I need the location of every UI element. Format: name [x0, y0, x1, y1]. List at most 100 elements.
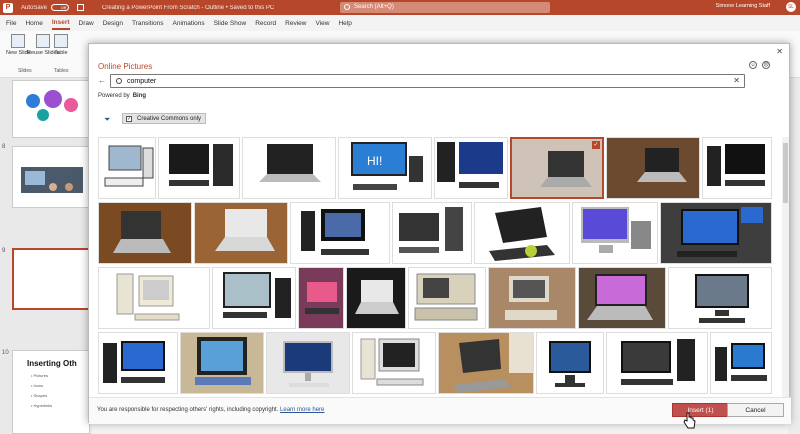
- tab-insert[interactable]: Insert: [51, 17, 70, 30]
- group-label-slides: Slides: [18, 68, 32, 74]
- online-pictures-dialog: ✕ Online Pictures ☺ ☹ ← ✕ Powered byBing…: [88, 43, 791, 424]
- learn-more-link[interactable]: Learn more here: [280, 407, 324, 413]
- image-result[interactable]: [606, 137, 700, 199]
- image-result[interactable]: [158, 137, 240, 199]
- creative-commons-label: Creative Commons only: [137, 116, 202, 122]
- dialog-title: Online Pictures: [98, 62, 153, 71]
- slide-thumbnail-10[interactable]: Inserting Oth • Pictures • Icons • Shape…: [12, 350, 90, 434]
- slide-10-bullet: • Shapes: [31, 393, 48, 398]
- bing-label: Bing: [132, 93, 147, 99]
- autosave-label: AutoSave: [21, 4, 48, 11]
- tab-slide-show[interactable]: Slide Show: [214, 18, 247, 29]
- image-results-grid: HI! ✓: [98, 137, 774, 397]
- image-result[interactable]: [98, 267, 210, 329]
- search-icon: [116, 78, 122, 84]
- image-result[interactable]: [434, 137, 508, 199]
- save-icon[interactable]: [77, 4, 85, 11]
- image-result[interactable]: [98, 137, 156, 199]
- tab-home[interactable]: Home: [25, 18, 42, 29]
- copyright-note: You are responsible for respecting other…: [97, 407, 324, 413]
- title-search-box[interactable]: Search (Alt+Q): [340, 2, 550, 13]
- tab-review[interactable]: Review: [285, 18, 306, 29]
- group-label-tables: Tables: [54, 68, 69, 74]
- copyright-text: You are responsible for respecting other…: [97, 407, 279, 413]
- smiley-icon[interactable]: ☺: [749, 61, 757, 69]
- slide-10-bullet: • Icons: [31, 383, 44, 388]
- image-result[interactable]: [290, 202, 390, 264]
- search-icon: [344, 4, 350, 10]
- image-result[interactable]: [474, 202, 570, 264]
- checkbox-icon[interactable]: ✓: [126, 116, 132, 122]
- selected-check-icon: ✓: [592, 141, 600, 149]
- image-result[interactable]: [180, 332, 264, 394]
- user-name: Simone Learning Staff: [715, 3, 770, 9]
- search-input[interactable]: [127, 76, 727, 87]
- filter-icon[interactable]: ⏷: [104, 115, 110, 125]
- image-result[interactable]: [606, 332, 708, 394]
- powered-by: Powered by Bing: [98, 93, 146, 99]
- image-result[interactable]: [98, 332, 178, 394]
- slide-10-bullet: • Hyperlinks: [31, 403, 53, 408]
- image-result[interactable]: [702, 137, 772, 199]
- slide-10-heading: Inserting Oth: [27, 359, 77, 368]
- hand-cursor-icon: [683, 412, 696, 429]
- slide-number-8: 8: [2, 144, 6, 150]
- image-result[interactable]: [578, 267, 666, 329]
- table-icon: [54, 34, 68, 48]
- tab-animations[interactable]: Animations: [173, 18, 205, 29]
- image-result[interactable]: [438, 332, 534, 394]
- slide-7-graphic: [26, 90, 78, 121]
- menu-bar: File Home Insert Draw Design Transitions…: [0, 15, 800, 31]
- tab-view[interactable]: View: [315, 18, 329, 29]
- image-result[interactable]: [408, 267, 486, 329]
- creative-commons-filter[interactable]: ✓ Creative Commons only: [122, 113, 207, 124]
- svg-text:HI!: HI!: [367, 154, 382, 168]
- powered-by-label: Powered by: [98, 93, 130, 99]
- insert-button[interactable]: Insert (1): [672, 403, 729, 417]
- slide-thumbnail-8[interactable]: [12, 146, 90, 208]
- image-result[interactable]: [266, 332, 350, 394]
- tab-file[interactable]: File: [6, 18, 16, 29]
- table-button[interactable]: Table: [54, 34, 68, 56]
- slide-thumbnail-9-selected[interactable]: [12, 248, 90, 310]
- close-icon[interactable]: ✕: [776, 47, 783, 56]
- back-arrow-icon[interactable]: ←: [98, 76, 106, 85]
- tab-design[interactable]: Design: [103, 18, 123, 29]
- tab-transitions[interactable]: Transitions: [132, 18, 164, 29]
- image-result[interactable]: [346, 267, 406, 329]
- image-result[interactable]: [194, 202, 288, 264]
- title-bar: P AutoSave Off Creating a PowerPoint Fro…: [0, 0, 800, 15]
- tab-help[interactable]: Help: [338, 18, 351, 29]
- image-result[interactable]: [242, 137, 336, 199]
- table-label: Table: [54, 50, 68, 56]
- image-result[interactable]: [98, 202, 192, 264]
- image-result-selected[interactable]: ✓: [510, 137, 604, 199]
- image-result[interactable]: [298, 267, 344, 329]
- results-scrollbar[interactable]: [782, 137, 789, 397]
- image-result[interactable]: [212, 267, 296, 329]
- image-result[interactable]: [668, 267, 772, 329]
- slide-number-10: 10: [2, 350, 9, 356]
- avatar[interactable]: SL: [786, 2, 796, 12]
- slide-thumbnail-panel: 8 9 10 Inserting Oth • Pictures • Icons …: [0, 78, 92, 434]
- reuse-slides-icon: [36, 34, 51, 48]
- image-result[interactable]: [710, 332, 772, 394]
- scrollbar-thumb[interactable]: [783, 143, 788, 203]
- image-result[interactable]: HI!: [338, 137, 432, 199]
- cancel-button[interactable]: Cancel: [727, 403, 784, 417]
- image-result[interactable]: [536, 332, 604, 394]
- image-result[interactable]: [392, 202, 472, 264]
- document-title: Creating a PowerPoint From Scratch - Out…: [102, 4, 275, 11]
- autosave-toggle[interactable]: Off: [51, 4, 70, 11]
- slide-thumbnail-7[interactable]: [12, 80, 90, 138]
- clear-search-icon[interactable]: ✕: [733, 76, 740, 85]
- image-result[interactable]: [352, 332, 436, 394]
- image-result[interactable]: [572, 202, 658, 264]
- tab-record[interactable]: Record: [255, 18, 276, 29]
- image-result[interactable]: [488, 267, 576, 329]
- image-result[interactable]: [660, 202, 772, 264]
- frown-icon[interactable]: ☹: [762, 61, 770, 69]
- tab-draw[interactable]: Draw: [79, 18, 94, 29]
- search-box[interactable]: ✕: [110, 74, 745, 88]
- title-search-placeholder: Search (Alt+Q): [354, 4, 394, 10]
